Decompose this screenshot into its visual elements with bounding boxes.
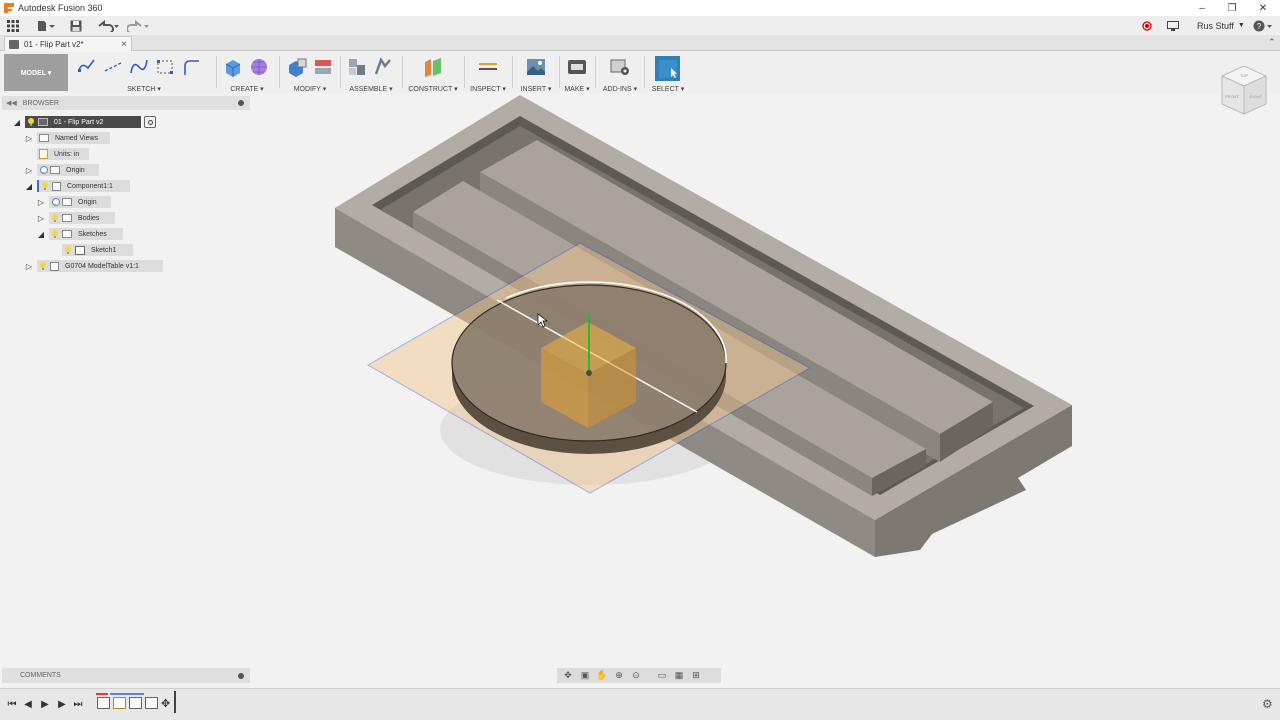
- timeline-move-feature[interactable]: ✥: [161, 697, 174, 710]
- model-canvas[interactable]: [0, 0, 1280, 720]
- timeline-group-bar: [110, 693, 144, 695]
- timeline-component-feature[interactable]: [97, 697, 110, 709]
- comments-panel-header[interactable]: COMMENTS: [2, 668, 250, 683]
- timeline-extrude-feature[interactable]: [129, 697, 142, 709]
- timeline-joint-feature[interactable]: [145, 697, 158, 709]
- fit-zoom-icon[interactable]: ⊙: [629, 670, 643, 681]
- pan-hand-icon[interactable]: ✋: [595, 670, 609, 681]
- origin-point: [586, 370, 592, 376]
- navigation-bar: ✥ ▣ ✋ ⊕ ⊙ ▭ ▦ ⊞: [557, 668, 721, 683]
- step-back-icon[interactable]: ◀: [22, 698, 34, 710]
- look-at-icon[interactable]: ▣: [578, 670, 592, 681]
- go-to-end-icon[interactable]: ⏭: [72, 698, 84, 710]
- orbit-icon[interactable]: ✥: [561, 670, 575, 681]
- timeline-sketch-feature[interactable]: [113, 697, 126, 709]
- comments-title: COMMENTS: [20, 672, 61, 679]
- timeline-settings-gear-icon[interactable]: ⚙: [1262, 697, 1273, 711]
- go-to-start-icon[interactable]: ⏮: [6, 698, 18, 710]
- timeline-marker: [96, 693, 108, 695]
- viewcube[interactable]: TOP FRONT RIGHT: [1218, 62, 1270, 118]
- timeline-playhead[interactable]: [174, 691, 176, 713]
- zoom-icon[interactable]: ⊕: [612, 670, 626, 681]
- play-back-icon[interactable]: ▶: [39, 698, 51, 710]
- panel-pin-icon[interactable]: [238, 672, 244, 679]
- step-forward-icon[interactable]: ▶: [56, 698, 68, 710]
- viewcube-right-label: RIGHT: [1250, 94, 1263, 99]
- viewports-icon[interactable]: ⊞: [689, 670, 703, 681]
- display-settings-icon[interactable]: ▭: [655, 670, 669, 681]
- timeline-bar: ⏮ ◀ ▶ ▶ ⏭ ✥ ⚙: [0, 688, 1280, 720]
- grid-settings-icon[interactable]: ▦: [672, 670, 686, 681]
- viewcube-front-label: FRONT: [1225, 94, 1239, 99]
- viewcube-top-label: TOP: [1240, 73, 1248, 78]
